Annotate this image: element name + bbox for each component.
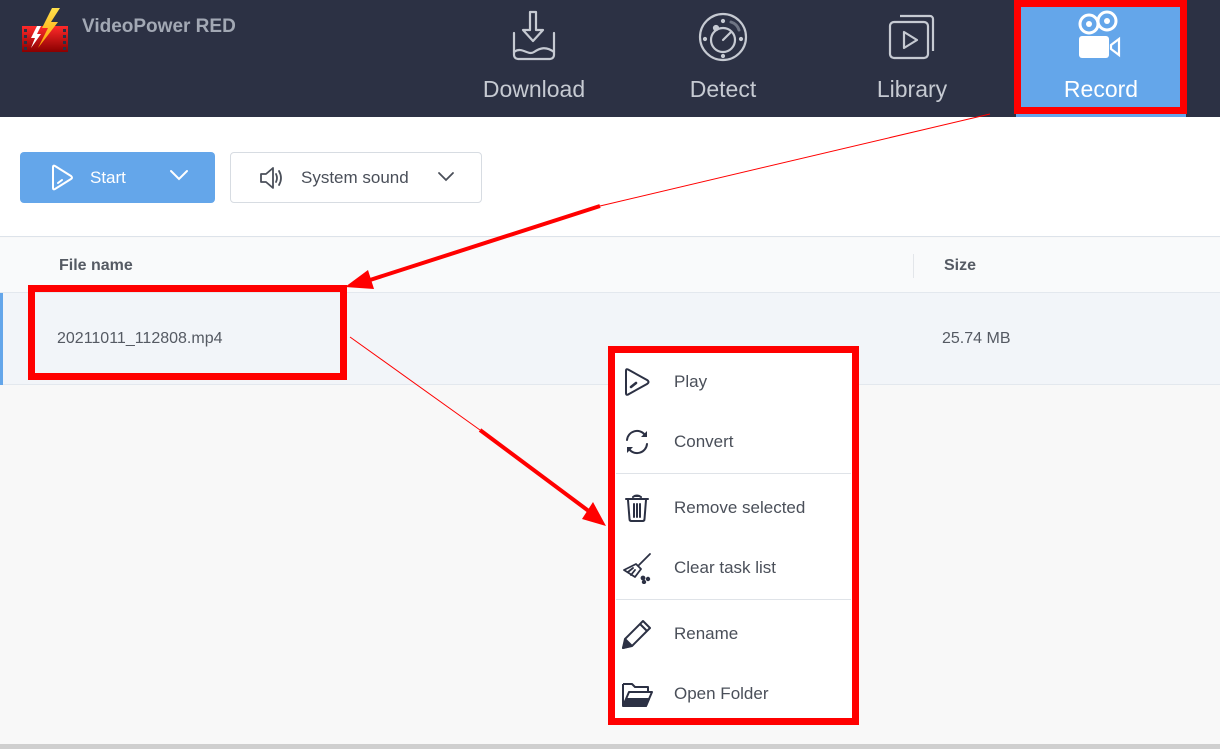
tab-record[interactable]: Record [1016,0,1186,117]
annotation-arrowhead [582,502,606,526]
context-menu-label: Play [674,372,708,391]
context-menu-label: Open Folder [674,684,769,703]
annotation-arrow-line [478,428,592,514]
context-menu-item-rename[interactable]: Rename [614,604,853,664]
column-header-file-name[interactable]: File name [59,257,133,275]
row-selected-indicator [0,293,3,385]
play-icon [52,164,73,190]
trash-icon [625,494,649,522]
play-icon [625,368,650,396]
folder-open-icon [622,683,653,707]
context-menu-label: Clear task list [674,558,777,577]
start-record-button[interactable]: Start [20,152,215,203]
context-menu-item-clear-task-list[interactable]: Clear task list [614,538,853,598]
download-tray-icon [512,10,556,61]
context-menu-item-remove-selected[interactable]: Remove selected [614,478,853,538]
context-menu-label: Rename [674,624,739,643]
tab-library[interactable]: Library [827,0,997,117]
bottom-scrollbar[interactable] [0,744,1220,749]
context-menu-item-open-folder[interactable]: Open Folder [614,664,853,724]
column-divider[interactable] [913,254,914,278]
tab-library-label: Library [876,76,948,102]
context-menu: Play Convert Remove selected Clear task … [614,352,853,718]
chevron-down-icon[interactable] [169,168,189,182]
tab-record-label: Record [1063,76,1139,102]
audio-source-dropdown[interactable]: System sound [230,152,482,203]
menu-separator [616,473,851,474]
speaker-icon [260,166,282,189]
brand: VideoPower RED [20,6,236,54]
tab-detect[interactable]: Detect [638,0,808,117]
refresh-icon [626,429,648,455]
context-menu-label: Remove selected [674,498,806,517]
file-size-cell: 25.74 MB [942,330,1011,347]
start-label: Start [90,167,126,187]
broom-icon [623,553,651,584]
top-nav-bar: VideoPower RED Download Detect Library R… [0,0,1220,117]
context-menu-item-convert[interactable]: Convert [614,412,853,472]
library-play-icon [888,14,935,60]
pencil-icon [622,620,651,649]
film-lightning-logo-icon [22,8,68,52]
file-table-header: File name Size [0,238,1220,293]
file-name-cell: 20211011_112808.mp4 [57,330,223,347]
column-header-size[interactable]: Size [944,257,976,275]
video-camera-icon [1078,10,1121,58]
record-toolbar: Start System sound [0,117,1220,237]
app-window: VideoPower RED Download Detect Library R… [0,0,1220,749]
app-title: VideoPower RED [82,16,236,37]
context-menu-label: Convert [674,432,734,451]
menu-separator [616,599,851,600]
tab-detect-label: Detect [689,76,757,102]
detect-dial-icon [698,12,748,62]
table-row[interactable]: 20211011_112808.mp4 25.74 MB [0,293,1220,385]
tab-download[interactable]: Download [449,0,619,117]
tab-download-label: Download [482,76,586,102]
audio-source-label: System sound [301,167,409,187]
context-menu-item-play[interactable]: Play [614,352,853,412]
chevron-down-icon [438,172,454,182]
